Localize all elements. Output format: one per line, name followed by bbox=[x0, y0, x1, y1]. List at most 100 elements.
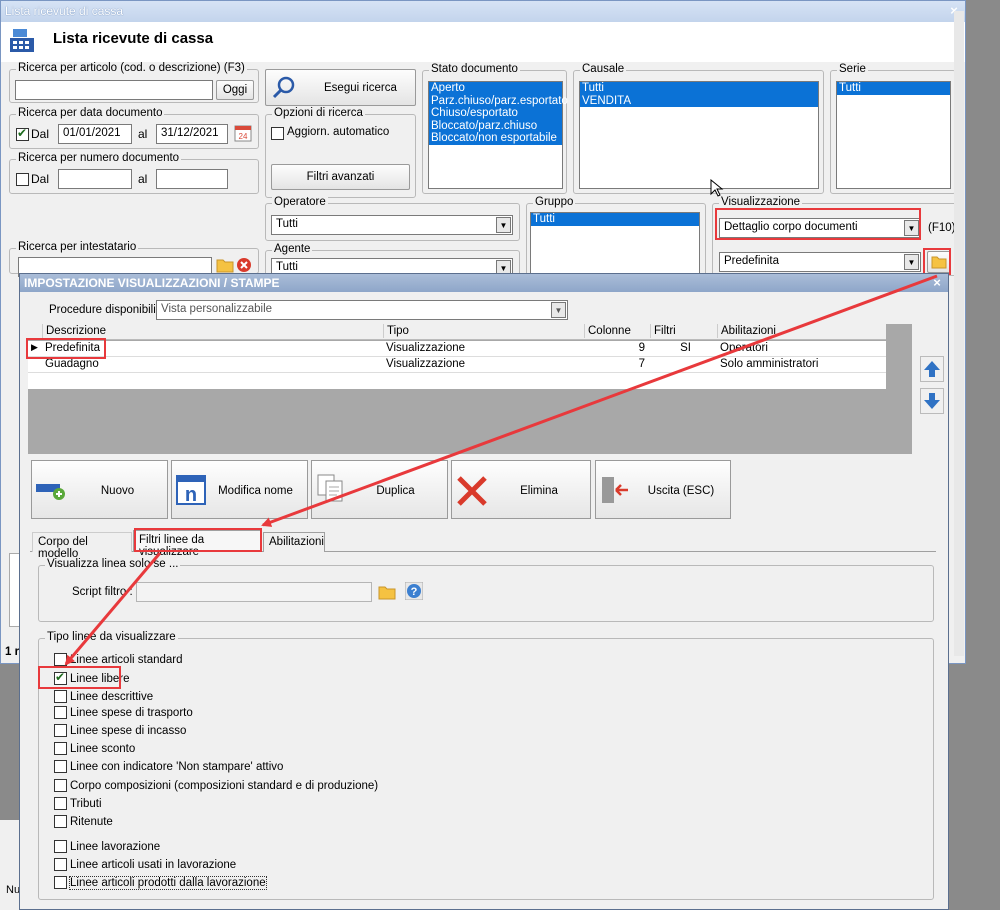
chevron-down-icon[interactable]: ▼ bbox=[496, 217, 511, 233]
help-icon[interactable]: ? bbox=[405, 582, 423, 600]
line-type-label: Linee spese di incasso bbox=[70, 724, 187, 737]
magnifier-icon bbox=[272, 76, 295, 98]
line-type-option[interactable]: Linee lavorazione bbox=[54, 840, 160, 853]
background-footer-label: Nu bbox=[6, 884, 21, 896]
line-type-option[interactable]: Linee descrittive bbox=[54, 690, 153, 703]
line-type-label: Linee articoli prodotti dalla lavorazion… bbox=[69, 875, 267, 890]
date-to-input[interactable]: 31/12/2021 bbox=[156, 124, 228, 144]
gruppo-list[interactable]: Tutti bbox=[530, 212, 700, 275]
agente-value: Tutti bbox=[276, 261, 298, 273]
number-from-input[interactable] bbox=[58, 169, 132, 189]
table-row[interactable]: Guadagno Visualizzazione 7 Solo amminist… bbox=[28, 357, 886, 373]
operatore-group: Operatore Tutti ▼ bbox=[265, 196, 520, 241]
visualizzazione-preset-select[interactable]: Predefinita ▼ bbox=[719, 252, 921, 272]
duplicate-button[interactable]: Duplica bbox=[311, 460, 448, 519]
rename-button[interactable]: n Modifica nome bbox=[171, 460, 308, 519]
grid-column-header[interactable]: Colonne bbox=[584, 324, 650, 338]
line-type-label: Corpo composizioni (composizioni standar… bbox=[70, 779, 379, 792]
line-type-option[interactable]: Linee articoli prodotti dalla lavorazion… bbox=[54, 875, 267, 890]
tab-model-body[interactable]: Corpo del modello bbox=[32, 532, 132, 560]
folder-icon[interactable] bbox=[216, 257, 234, 273]
doc-status-item[interactable]: Aperto bbox=[429, 82, 562, 95]
folder-icon[interactable] bbox=[378, 584, 396, 600]
grid-column-header[interactable]: Descrizione bbox=[42, 324, 382, 338]
grid-cell-colonne: 7 bbox=[638, 358, 645, 370]
serie-item[interactable]: Tutti bbox=[837, 82, 950, 95]
auto-update-label: Aggiorn. automatico bbox=[287, 126, 390, 138]
calendar-icon[interactable]: 24 bbox=[233, 123, 253, 143]
line-type-checkbox[interactable] bbox=[54, 653, 67, 666]
search-article-input[interactable] bbox=[15, 80, 213, 100]
background-window-edge: Nu bbox=[0, 820, 21, 910]
number-to-input[interactable] bbox=[156, 169, 228, 189]
causale-legend: Causale bbox=[580, 63, 627, 75]
operatore-legend: Operatore bbox=[272, 196, 328, 208]
delete-button[interactable]: Elimina bbox=[451, 460, 591, 519]
move-down-button[interactable] bbox=[920, 388, 944, 414]
table-row[interactable]: ▶ Predefinita Visualizzazione 9 SI Opera… bbox=[28, 341, 886, 357]
auto-update-checkbox[interactable] bbox=[271, 127, 284, 140]
chevron-down-icon[interactable]: ▼ bbox=[904, 254, 919, 270]
line-type-checkbox[interactable] bbox=[54, 858, 67, 871]
serie-list[interactable]: Tutti bbox=[836, 81, 951, 189]
search-date-group: Ricerca per data documento Dal 01/01/202… bbox=[9, 107, 259, 149]
date-from-input[interactable]: 01/01/2021 bbox=[58, 124, 132, 144]
line-type-checkbox[interactable] bbox=[54, 742, 67, 755]
operatore-select[interactable]: Tutti ▼ bbox=[271, 215, 513, 235]
move-up-button[interactable] bbox=[920, 356, 944, 382]
grid-column-header[interactable]: Filtri bbox=[650, 324, 716, 338]
doc-status-item[interactable]: Bloccato/parz.chiuso bbox=[429, 119, 562, 132]
procedures-select[interactable]: Vista personalizzabile ▼ bbox=[156, 300, 568, 320]
search-date-legend: Ricerca per data documento bbox=[16, 107, 165, 119]
line-type-checkbox[interactable] bbox=[54, 797, 67, 810]
line-type-checkbox[interactable] bbox=[54, 779, 67, 792]
clear-icon[interactable] bbox=[236, 257, 252, 273]
line-type-checkbox[interactable] bbox=[54, 815, 67, 828]
exit-button[interactable]: Uscita (ESC) bbox=[595, 460, 731, 519]
tab-permissions[interactable]: Abilitazioni bbox=[263, 532, 325, 552]
main-scrollbar[interactable] bbox=[954, 11, 964, 656]
main-header: Lista ricevute di cassa bbox=[1, 22, 965, 62]
line-type-checkbox[interactable] bbox=[54, 760, 67, 773]
doc-status-item[interactable]: Chiuso/esportato bbox=[429, 107, 562, 120]
line-type-option[interactable]: Linee articoli usati in lavorazione bbox=[54, 858, 236, 871]
line-type-checkbox[interactable] bbox=[54, 840, 67, 853]
grid-column-header[interactable]: Abilitazioni bbox=[717, 324, 885, 338]
grid-column-header[interactable]: Tipo bbox=[383, 324, 583, 338]
search-article-group: Ricerca per articolo (cod. o descrizione… bbox=[9, 62, 259, 103]
line-type-option[interactable]: Linee spese di trasporto bbox=[54, 706, 193, 719]
line-type-option[interactable]: Linee spese di incasso bbox=[54, 724, 186, 737]
line-type-option[interactable]: Linee con indicatore 'Non stampare' atti… bbox=[54, 760, 283, 773]
gruppo-item[interactable]: Tutti bbox=[531, 213, 699, 226]
line-type-checkbox[interactable] bbox=[54, 724, 67, 737]
run-search-button[interactable]: Esegui ricerca bbox=[265, 69, 416, 106]
advanced-filters-button[interactable]: Filtri avanzati bbox=[271, 164, 410, 190]
annotation-highlight bbox=[38, 666, 121, 689]
causale-list[interactable]: Tutti VENDITA bbox=[579, 81, 819, 189]
line-type-option[interactable]: Tributi bbox=[54, 797, 102, 810]
line-type-checkbox[interactable] bbox=[54, 690, 67, 703]
date-from-checkbox[interactable] bbox=[16, 126, 29, 141]
causale-item[interactable]: Tutti bbox=[580, 82, 818, 95]
line-type-option[interactable]: Linee sconto bbox=[54, 742, 135, 755]
number-from-checkbox[interactable] bbox=[16, 173, 29, 186]
dialog-close-icon[interactable]: × bbox=[928, 275, 946, 291]
new-button[interactable]: Nuovo bbox=[31, 460, 168, 519]
chevron-down-icon[interactable]: ▼ bbox=[551, 302, 566, 318]
script-filter-input[interactable] bbox=[136, 582, 372, 602]
line-type-label: Linee descrittive bbox=[70, 690, 154, 703]
causale-item[interactable]: VENDITA bbox=[580, 94, 818, 107]
doc-status-item[interactable]: Bloccato/non esportabile bbox=[429, 132, 562, 145]
table-row-empty[interactable] bbox=[28, 373, 886, 389]
line-type-option[interactable]: Linee articoli standard bbox=[54, 653, 183, 666]
line-type-option[interactable]: Ritenute bbox=[54, 815, 113, 828]
grid-cell-filtri bbox=[650, 357, 694, 359]
doc-status-item[interactable]: Parz.chiuso/parz.esportato bbox=[429, 94, 568, 107]
today-button[interactable]: Oggi bbox=[216, 80, 254, 100]
line-type-checkbox[interactable] bbox=[54, 706, 67, 719]
search-article-legend: Ricerca per articolo (cod. o descrizione… bbox=[16, 62, 247, 74]
line-type-option[interactable]: Corpo composizioni (composizioni standar… bbox=[54, 779, 378, 792]
doc-status-list[interactable]: Aperto Parz.chiuso/parz.esportato Chiuso… bbox=[428, 81, 568, 189]
line-type-checkbox[interactable] bbox=[54, 876, 67, 889]
visualizzazione-legend: Visualizzazione bbox=[719, 196, 803, 208]
